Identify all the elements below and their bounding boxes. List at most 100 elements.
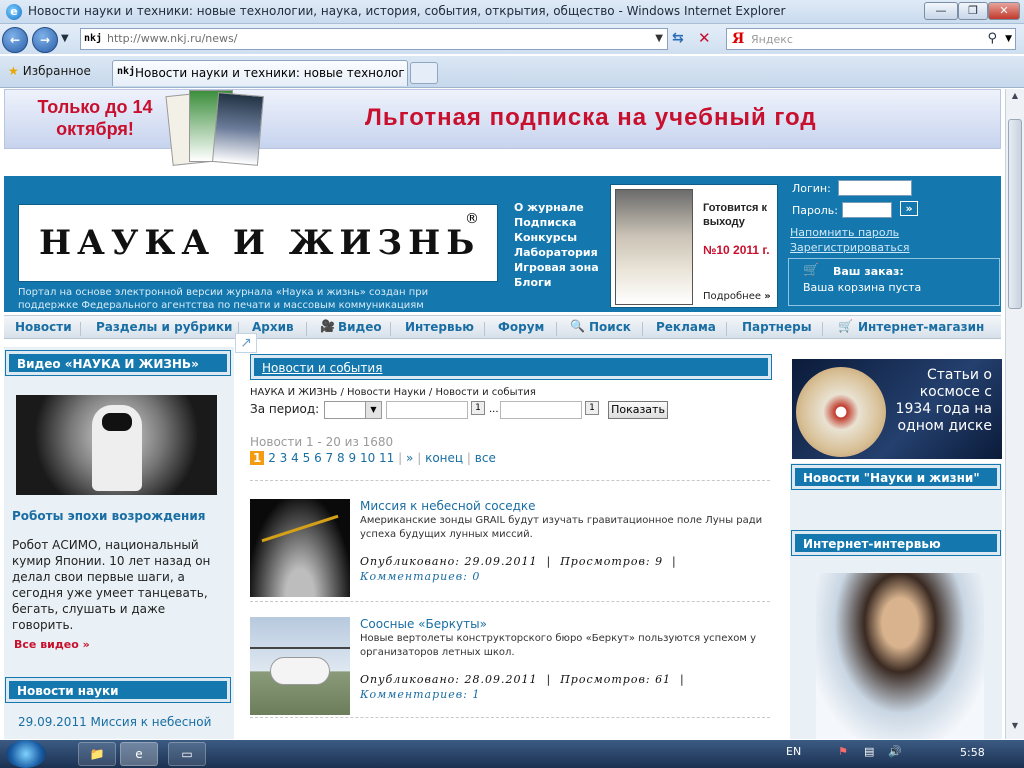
- address-url[interactable]: http://www.nkj.ru/news/: [107, 32, 237, 45]
- next-issue-label: Готовится к выходу: [703, 202, 767, 228]
- action-center-icon[interactable]: ⚑: [838, 745, 848, 758]
- clock[interactable]: 5:58: [960, 746, 985, 759]
- page-link[interactable]: 2: [268, 451, 276, 465]
- menu-partners[interactable]: Партнеры: [742, 320, 812, 334]
- menu-forum[interactable]: Форум: [498, 320, 544, 334]
- calendar-from-icon[interactable]: 1: [471, 401, 485, 415]
- header-link-subscribe[interactable]: Подписка: [514, 215, 599, 230]
- scroll-down-icon[interactable]: ▼: [1008, 721, 1022, 737]
- remind-password-link[interactable]: Напомнить пароль: [790, 226, 899, 239]
- all-videos-link[interactable]: Все видео »: [14, 638, 90, 651]
- header-link-blogs[interactable]: Блоги: [514, 275, 599, 290]
- password-input[interactable]: [842, 202, 892, 218]
- address-bar[interactable]: nkj http://www.nkj.ru/news/ ▼: [80, 28, 668, 50]
- favorites-star-icon: ★: [8, 64, 19, 78]
- page-link[interactable]: 8: [337, 451, 345, 465]
- register-link[interactable]: Зарегистрироваться: [790, 241, 910, 254]
- news-title[interactable]: Соосные «Беркуты»: [360, 617, 487, 631]
- page-link[interactable]: 5: [303, 451, 311, 465]
- search-icon[interactable]: ⚲: [987, 31, 997, 46]
- close-button[interactable]: ✕: [988, 2, 1020, 20]
- video-title-link[interactable]: Роботы эпохи возрождения: [12, 509, 205, 523]
- interview-photo[interactable]: [816, 573, 984, 739]
- date-from-input[interactable]: [386, 401, 468, 419]
- history-dropdown-icon[interactable]: ▼: [61, 33, 69, 44]
- main-menu: Новости Разделы и рубрики Архив 🎥 Видео …: [4, 315, 1001, 339]
- page-link[interactable]: 6: [314, 451, 322, 465]
- search-box[interactable]: Я Яндекс ⚲ ▼: [726, 28, 1016, 50]
- all-pages-link[interactable]: все: [475, 451, 496, 465]
- date-to-input[interactable]: [500, 401, 582, 419]
- news-title[interactable]: Миссия к небесной соседке: [360, 499, 536, 513]
- magazine-cover-image[interactable]: [615, 189, 693, 305]
- menu-archive[interactable]: Архив: [252, 320, 294, 334]
- news-thumb-berkut[interactable]: [250, 617, 350, 715]
- header-link-lab[interactable]: Лаборатория: [514, 245, 599, 260]
- expand-arrow-icon[interactable]: ↗: [235, 333, 257, 353]
- address-dropdown-icon[interactable]: ▼: [655, 33, 663, 44]
- menu-sections[interactable]: Разделы и рубрики: [96, 320, 232, 334]
- ie-taskbar-icon[interactable]: e: [120, 742, 158, 766]
- subscription-banner[interactable]: Только до 14 октября! Льготная подписка …: [4, 89, 1001, 166]
- next-page-link[interactable]: »: [406, 451, 413, 465]
- menu-news[interactable]: Новости: [15, 320, 72, 334]
- browser-tab[interactable]: nkj Новости науки и техники: новые техно…: [112, 60, 408, 86]
- page-scrollbar[interactable]: ▲ ▼: [1005, 89, 1024, 739]
- show-button[interactable]: Показать: [608, 401, 668, 419]
- science-news-item[interactable]: 29.09.2011 Миссия к небесной: [18, 715, 211, 729]
- minimize-button[interactable]: —: [924, 2, 958, 20]
- next-issue-box[interactable]: Готовится к выходу №10 2011 г. Подробнее…: [610, 184, 778, 308]
- period-select[interactable]: ▼: [324, 401, 382, 419]
- page-link[interactable]: 7: [326, 451, 334, 465]
- news-comments[interactable]: Комментариев: 1: [360, 688, 480, 701]
- next-issue-more-link[interactable]: Подробнее »: [703, 291, 771, 302]
- space-disk-banner[interactable]: Статьи о космосе с 1934 года на одном ди…: [792, 359, 1002, 459]
- news-comments[interactable]: Комментариев: 0: [360, 570, 480, 583]
- page-link[interactable]: 11: [379, 451, 394, 465]
- notepad-taskbar-icon[interactable]: ▭: [168, 742, 206, 766]
- refresh-icon[interactable]: ⇆: [672, 30, 684, 46]
- site-logo[interactable]: НАУКА И ЖИЗНЬ ®: [18, 204, 498, 282]
- menu-shop[interactable]: Интернет-магазин: [858, 320, 984, 334]
- page-link[interactable]: 9: [348, 451, 356, 465]
- scroll-up-icon[interactable]: ▲: [1008, 91, 1022, 107]
- explorer-taskbar-icon[interactable]: 📁: [78, 742, 116, 766]
- shop-cart-icon: 🛒: [838, 319, 853, 333]
- page-1[interactable]: 1: [250, 451, 265, 465]
- page-link[interactable]: 4: [291, 451, 299, 465]
- favorites-button[interactable]: ★ Избранное: [8, 64, 91, 78]
- menu-video[interactable]: Видео: [338, 320, 382, 334]
- forward-icon[interactable]: →: [32, 27, 58, 53]
- search-dropdown-icon[interactable]: ▼: [1005, 34, 1012, 44]
- login-input[interactable]: [838, 180, 912, 196]
- calendar-to-icon[interactable]: 1: [585, 401, 599, 415]
- start-button[interactable]: [6, 740, 46, 768]
- network-icon[interactable]: ▤: [864, 745, 874, 758]
- last-page-link[interactable]: конец: [425, 451, 463, 465]
- breadcrumb[interactable]: НАУКА И ЖИЗНЬ / Новости Науки / Новости …: [250, 387, 536, 398]
- language-indicator[interactable]: EN: [786, 745, 801, 758]
- search-placeholder[interactable]: Яндекс: [751, 33, 793, 46]
- new-tab-button[interactable]: [410, 62, 438, 84]
- header-link-about[interactable]: О журнале: [514, 200, 599, 215]
- news-thumb-grail[interactable]: [250, 499, 350, 597]
- menu-search[interactable]: Поиск: [589, 320, 631, 334]
- page-link[interactable]: 3: [280, 451, 288, 465]
- cart-box[interactable]: 🛒 Ваш заказ: Ваша корзина пуста: [788, 258, 1000, 306]
- stop-icon[interactable]: ✕: [698, 29, 711, 47]
- banner-left-text: Только до 14 октября!: [37, 97, 153, 139]
- menu-ads[interactable]: Реклама: [656, 320, 716, 334]
- scroll-thumb[interactable]: [1008, 119, 1022, 309]
- header-link-contests[interactable]: Конкурсы: [514, 230, 599, 245]
- maximize-button[interactable]: ❐: [958, 2, 988, 20]
- login-submit-button[interactable]: »: [900, 201, 918, 216]
- asimo-robot-image[interactable]: [16, 395, 217, 495]
- login-form: Логин: Пароль: » Напомнить пароль Зареги…: [788, 180, 1000, 256]
- back-icon[interactable]: ←: [2, 27, 28, 53]
- section-header[interactable]: Новости и события: [250, 354, 772, 380]
- header-link-games[interactable]: Игровая зона: [514, 260, 599, 275]
- page-link[interactable]: 10: [360, 451, 375, 465]
- volume-icon[interactable]: 🔊: [888, 745, 902, 758]
- menu-interview[interactable]: Интервью: [405, 320, 474, 334]
- nj-news-header: Новости "Науки и жизни": [791, 464, 1001, 490]
